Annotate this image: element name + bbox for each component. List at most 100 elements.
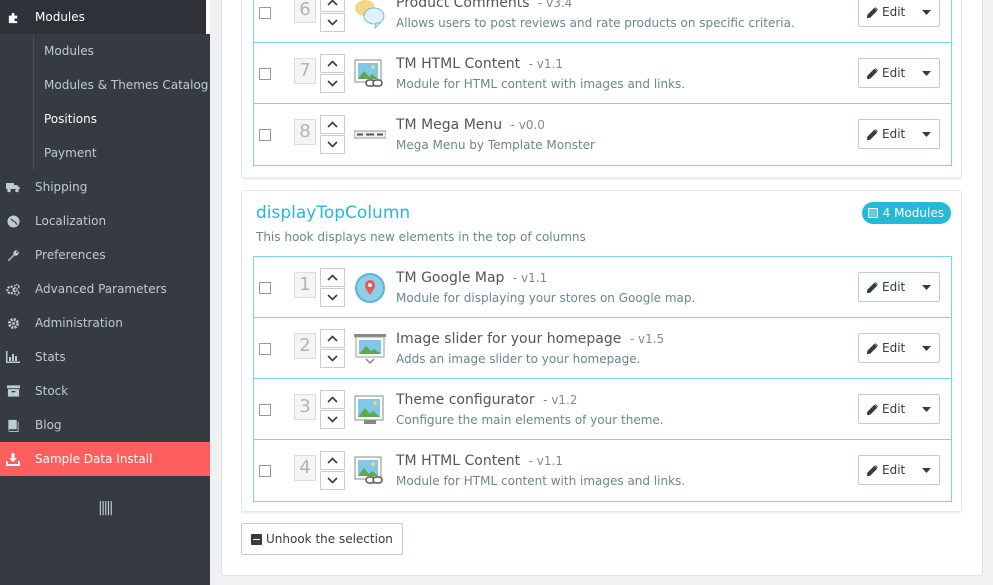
sidebar-item-sample-data-install[interactable]: Sample Data Install <box>0 442 210 476</box>
module-version: - v3.4 <box>537 0 573 10</box>
caret-down-icon <box>921 131 931 137</box>
move-up-button[interactable] <box>320 268 345 287</box>
sidebar-item-label: Modules <box>35 10 85 24</box>
module-title: TM Google Map <box>396 270 505 286</box>
move-down-button[interactable] <box>320 135 345 154</box>
edit-button[interactable]: Edit <box>859 395 913 423</box>
edit-dropdown-toggle[interactable] <box>913 59 939 87</box>
sidebar-item-stats[interactable]: Stats <box>0 340 210 374</box>
sidebar-item-stock[interactable]: Stock <box>0 374 210 408</box>
sidebar-item-label: Stock <box>35 384 69 398</box>
caret-down-icon <box>921 9 931 15</box>
chevron-up-icon <box>327 396 338 403</box>
module-description: Adds an image slider to your homepage. <box>396 352 641 366</box>
subnav-item-positions[interactable]: Positions <box>34 102 210 136</box>
module-version: - v1.5 <box>629 332 665 346</box>
module-description: Module for HTML content with images and … <box>396 77 686 91</box>
hook-title: displayTopColumn <box>256 203 411 223</box>
edit-button[interactable]: Edit <box>859 273 913 301</box>
module-row: 3 Theme configurator - v1.2 Configure th… <box>254 379 951 440</box>
html-content-icon <box>354 58 386 90</box>
unhook-selection-button[interactable]: Unhook the selection <box>241 523 403 555</box>
subnav-item-payment[interactable]: Payment <box>34 136 210 170</box>
module-checkbox[interactable] <box>259 343 271 355</box>
module-title: TM HTML Content <box>396 453 521 469</box>
edit-button-group: Edit <box>858 394 940 424</box>
hook-description: This hook displays new elements in the t… <box>256 230 586 244</box>
edit-button[interactable]: Edit <box>859 334 913 362</box>
sidebar-item-label: Localization <box>35 214 107 228</box>
edit-label: Edit <box>882 463 906 477</box>
position-number: 3 <box>294 394 316 420</box>
edit-dropdown-toggle[interactable] <box>913 273 939 301</box>
unhook-label: Unhook the selection <box>266 532 393 546</box>
sidebar-item-label: Preferences <box>35 248 106 262</box>
edit-dropdown-toggle[interactable] <box>913 395 939 423</box>
move-down-button[interactable] <box>320 288 345 307</box>
sidebar-item-blog[interactable]: Blog <box>0 408 210 442</box>
module-list: 6 Product Comments - v3.4 Allows users t… <box>253 0 952 166</box>
chevron-down-icon <box>327 477 338 484</box>
module-checkbox[interactable] <box>259 404 271 416</box>
module-row: 2 Image slider for your homepage - v1.5 … <box>254 318 951 379</box>
move-up-button[interactable] <box>320 0 345 12</box>
sidebar-item-shipping[interactable]: Shipping <box>0 170 210 204</box>
module-checkbox[interactable] <box>259 465 271 477</box>
collapse-sidebar-icon[interactable]: ||||| <box>98 500 114 516</box>
move-down-button[interactable] <box>320 471 345 490</box>
edit-dropdown-toggle[interactable] <box>913 456 939 484</box>
edit-label: Edit <box>882 127 906 141</box>
caret-down-icon <box>921 467 931 473</box>
module-row: 7 TM HTML Content - v1.1 Module for HTML… <box>254 43 951 104</box>
truck-icon <box>6 180 20 194</box>
move-up-button[interactable] <box>320 54 345 73</box>
move-up-button[interactable] <box>320 329 345 348</box>
move-down-button[interactable] <box>320 410 345 429</box>
sidebar-item-label: Administration <box>35 316 123 330</box>
sidebar-item-modules[interactable]: Modules <box>0 0 210 34</box>
edit-dropdown-toggle[interactable] <box>913 334 939 362</box>
modules-submenu: Modules Modules & Themes Catalog Positio… <box>33 34 210 170</box>
pencil-icon <box>867 128 878 140</box>
subnav-item-catalog[interactable]: Modules & Themes Catalog <box>34 68 210 102</box>
sidebar-item-advanced-parameters[interactable]: Advanced Parameters <box>0 272 210 306</box>
edit-label: Edit <box>882 66 906 80</box>
caret-down-icon <box>921 345 931 351</box>
module-checkbox[interactable] <box>259 129 271 141</box>
caret-down-icon <box>921 70 931 76</box>
edit-dropdown-toggle[interactable] <box>913 0 939 26</box>
hook-panel: 6 Product Comments - v3.4 Allows users t… <box>241 0 962 178</box>
pencil-icon <box>867 342 878 354</box>
archive-icon <box>6 384 20 398</box>
edit-button-group: Edit <box>858 272 940 302</box>
module-description: Allows users to post reviews and rate pr… <box>396 16 795 30</box>
edit-label: Edit <box>882 341 906 355</box>
move-down-button[interactable] <box>320 74 345 93</box>
module-checkbox[interactable] <box>259 68 271 80</box>
module-checkbox[interactable] <box>259 282 271 294</box>
move-down-button[interactable] <box>320 13 345 32</box>
edit-button[interactable]: Edit <box>859 456 913 484</box>
caret-down-icon <box>921 284 931 290</box>
sidebar-item-localization[interactable]: Localization <box>0 204 210 238</box>
edit-button[interactable]: Edit <box>859 0 913 26</box>
module-checkbox[interactable] <box>259 7 271 19</box>
move-up-button[interactable] <box>320 115 345 134</box>
edit-button[interactable]: Edit <box>859 59 913 87</box>
move-up-button[interactable] <box>320 451 345 470</box>
image-slider-icon <box>354 333 386 365</box>
modules-count-badge[interactable]: 4 Modules <box>861 202 951 224</box>
module-name: TM HTML Content - v1.1 <box>396 453 563 469</box>
caret-down-icon <box>921 406 931 412</box>
edit-label: Edit <box>882 280 906 294</box>
move-up-button[interactable] <box>320 390 345 409</box>
sidebar-item-preferences[interactable]: Preferences <box>0 238 210 272</box>
module-version: - v1.1 <box>528 454 563 468</box>
sidebar-item-administration[interactable]: Administration <box>0 306 210 340</box>
edit-button[interactable]: Edit <box>859 120 913 148</box>
module-version: - v0.0 <box>510 118 545 132</box>
move-down-button[interactable] <box>320 349 345 368</box>
edit-dropdown-toggle[interactable] <box>913 120 939 148</box>
subnav-item-modules[interactable]: Modules <box>34 34 210 68</box>
module-version: - v1.1 <box>512 271 548 285</box>
